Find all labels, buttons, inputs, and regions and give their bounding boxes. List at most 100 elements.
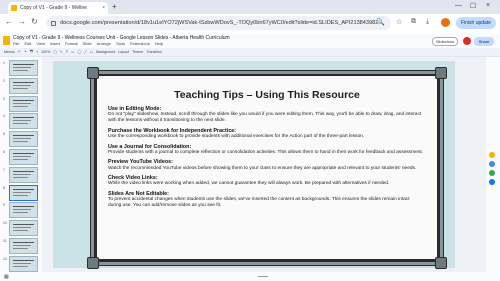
thumbnail-line	[13, 105, 28, 107]
slides-favicon-icon	[11, 5, 17, 11]
maximize-icon[interactable]: ☐	[470, 2, 476, 10]
browser-tab[interactable]: Copy of V1 - Grade 9 - Wellne ×	[8, 2, 108, 14]
slide-number: 3	[3, 96, 5, 101]
toolbar-item-6[interactable]: ▢	[53, 50, 56, 54]
frame-corner-top-left	[87, 67, 99, 79]
tab-close-icon[interactable]: ×	[102, 5, 105, 11]
slide-thumbnail[interactable]	[9, 220, 38, 237]
menu-format[interactable]: Format	[65, 41, 78, 46]
slide-number: 6	[3, 150, 5, 154]
thumbnail-line	[13, 156, 31, 157]
slide-thumbnail[interactable]	[9, 238, 38, 254]
toolbar-item-10[interactable]: ◯	[78, 50, 82, 54]
toolbar-item-16[interactable]: Transition	[146, 50, 162, 54]
menu-slide[interactable]: Slide	[83, 41, 92, 46]
tip-item: Use a Journal for Consolidation: Provide …	[108, 144, 424, 156]
calendar-icon[interactable]	[489, 170, 495, 176]
keep-icon[interactable]	[489, 152, 495, 158]
tasks-icon[interactable]	[489, 161, 495, 167]
thumbnail-line	[13, 176, 28, 178]
download-icon[interactable]: ⤓	[426, 18, 429, 26]
toolbar-item-9[interactable]: ▭	[71, 50, 74, 54]
slide-thumbnail[interactable]	[9, 77, 38, 94]
toolbar-item-2[interactable]: ↷	[24, 50, 27, 54]
menu-help[interactable]: Help	[155, 41, 163, 46]
thumbnail-line	[13, 170, 34, 172]
menu-insert[interactable]: Insert	[50, 41, 60, 46]
thumbnail-line	[13, 265, 28, 267]
slides-logo-icon[interactable]	[3, 36, 10, 45]
slide-thumbnail[interactable]	[9, 60, 38, 76]
toolbar-item-1[interactable]: ↶	[18, 50, 21, 54]
extensions-icon[interactable]: ⧉	[411, 18, 416, 26]
menu-arrange[interactable]: Arrange	[97, 41, 111, 46]
toolbar-item-7[interactable]: ↖	[60, 50, 63, 54]
tip-item: Purchase the Workbook for Independent Pr…	[108, 128, 424, 140]
speaker-notes-handle[interactable]	[258, 276, 268, 277]
slide-thumbnail[interactable]	[9, 95, 38, 112]
slide-thumbnail[interactable]	[9, 255, 38, 272]
slide-filmstrip: 1 2 3 4 5 6 7 8 9 10 11 12	[0, 57, 42, 272]
thumbnail-line	[13, 191, 31, 193]
menu-edit[interactable]: Edit	[24, 41, 31, 46]
slide-number: 5	[3, 132, 5, 137]
slide-thumbnail[interactable]	[9, 149, 38, 165]
slide-thumbnail[interactable]	[9, 113, 38, 130]
thumbnail-line	[13, 70, 28, 71]
menu-bar: File Edit View Insert Format Slide Arrange Tool…	[13, 41, 163, 46]
toolbar-item-8[interactable]: T	[66, 50, 68, 54]
menu-file[interactable]: File	[13, 41, 19, 46]
thumbnail-line	[13, 141, 28, 143]
tip-item: Preview YouTube Videos: Watch the recomme…	[108, 159, 424, 171]
thumbnail-line	[13, 84, 31, 86]
window-close-icon[interactable]: ×	[486, 2, 490, 9]
new-tab-button[interactable]: +	[112, 2, 117, 11]
reload-icon[interactable]: ↻	[31, 17, 38, 26]
toolbar-item-4[interactable]: ⌖	[36, 50, 38, 54]
toolbar-item-12[interactable]: ▭	[90, 50, 93, 54]
thumbnail-line	[13, 173, 31, 175]
slide-thumbnail[interactable]	[9, 131, 38, 148]
toolbar-item-3[interactable]: 🖶	[30, 49, 33, 55]
back-icon[interactable]: ←	[5, 17, 13, 26]
finish-update-button[interactable]: Finish update	[456, 17, 496, 29]
toolbar-item-13[interactable]: Background	[96, 50, 115, 54]
slide-number: 1	[3, 61, 5, 65]
toolbar-item-14[interactable]: Layout	[118, 50, 129, 54]
toolbar-item-0[interactable]: Menus	[4, 50, 15, 54]
search-icon[interactable]: 🔍	[376, 18, 385, 26]
slide-thumbnail[interactable]	[9, 184, 38, 201]
slideshow-button[interactable]: Slideshow	[432, 37, 458, 46]
user-avatar[interactable]	[463, 37, 471, 45]
thumbnail-line	[13, 120, 31, 122]
thumbnail-line	[13, 159, 28, 160]
minimize-icon[interactable]: —	[455, 2, 462, 9]
url-bar[interactable]: docs.google.com/presentation/d/18v1u1elY…	[46, 16, 391, 30]
editing-toolbar: Menus ↶ ↷ 🖶 ⌖ 100% ▢ ↖ T ▭ ◯ ╱ ▭ Background Layout Them…	[0, 48, 500, 56]
maps-icon[interactable]	[489, 179, 495, 185]
toolbar-item-11[interactable]: ╱	[85, 50, 87, 54]
slide-number: 10	[3, 221, 7, 226]
tip-item: Use in Editing Mode: Do not "play" slides…	[108, 106, 424, 124]
url-text: docs.google.com/presentation/d/18v1u1elY…	[60, 20, 384, 26]
thumbnail-line	[13, 102, 31, 104]
bookmark-icon[interactable]: ☆	[396, 18, 402, 26]
tips-list: Use in Editing Mode: Do not "play" slides…	[108, 106, 424, 213]
thumbnail-line	[13, 67, 31, 68]
menu-extensions[interactable]: Extensions	[130, 41, 150, 46]
slide-number: 7	[3, 167, 5, 172]
share-button[interactable]: Share	[474, 37, 494, 46]
grid-view-icon[interactable]: ▦	[4, 274, 9, 280]
toolbar-item-15[interactable]: Theme	[132, 50, 143, 54]
menu-tools[interactable]: Tools	[116, 41, 125, 46]
forward-icon[interactable]: →	[18, 17, 26, 26]
profile-avatar[interactable]	[441, 18, 450, 27]
slide-thumbnail[interactable]	[9, 166, 38, 183]
menu-view[interactable]: View	[36, 41, 45, 46]
thumbnail-line	[13, 245, 31, 246]
slide-thumbnail[interactable]	[9, 202, 38, 219]
slide-number: 9	[3, 203, 5, 208]
thumbnail-line	[13, 87, 28, 89]
thumbnail-line	[13, 262, 31, 264]
toolbar-item-5[interactable]: 100%	[41, 50, 50, 54]
